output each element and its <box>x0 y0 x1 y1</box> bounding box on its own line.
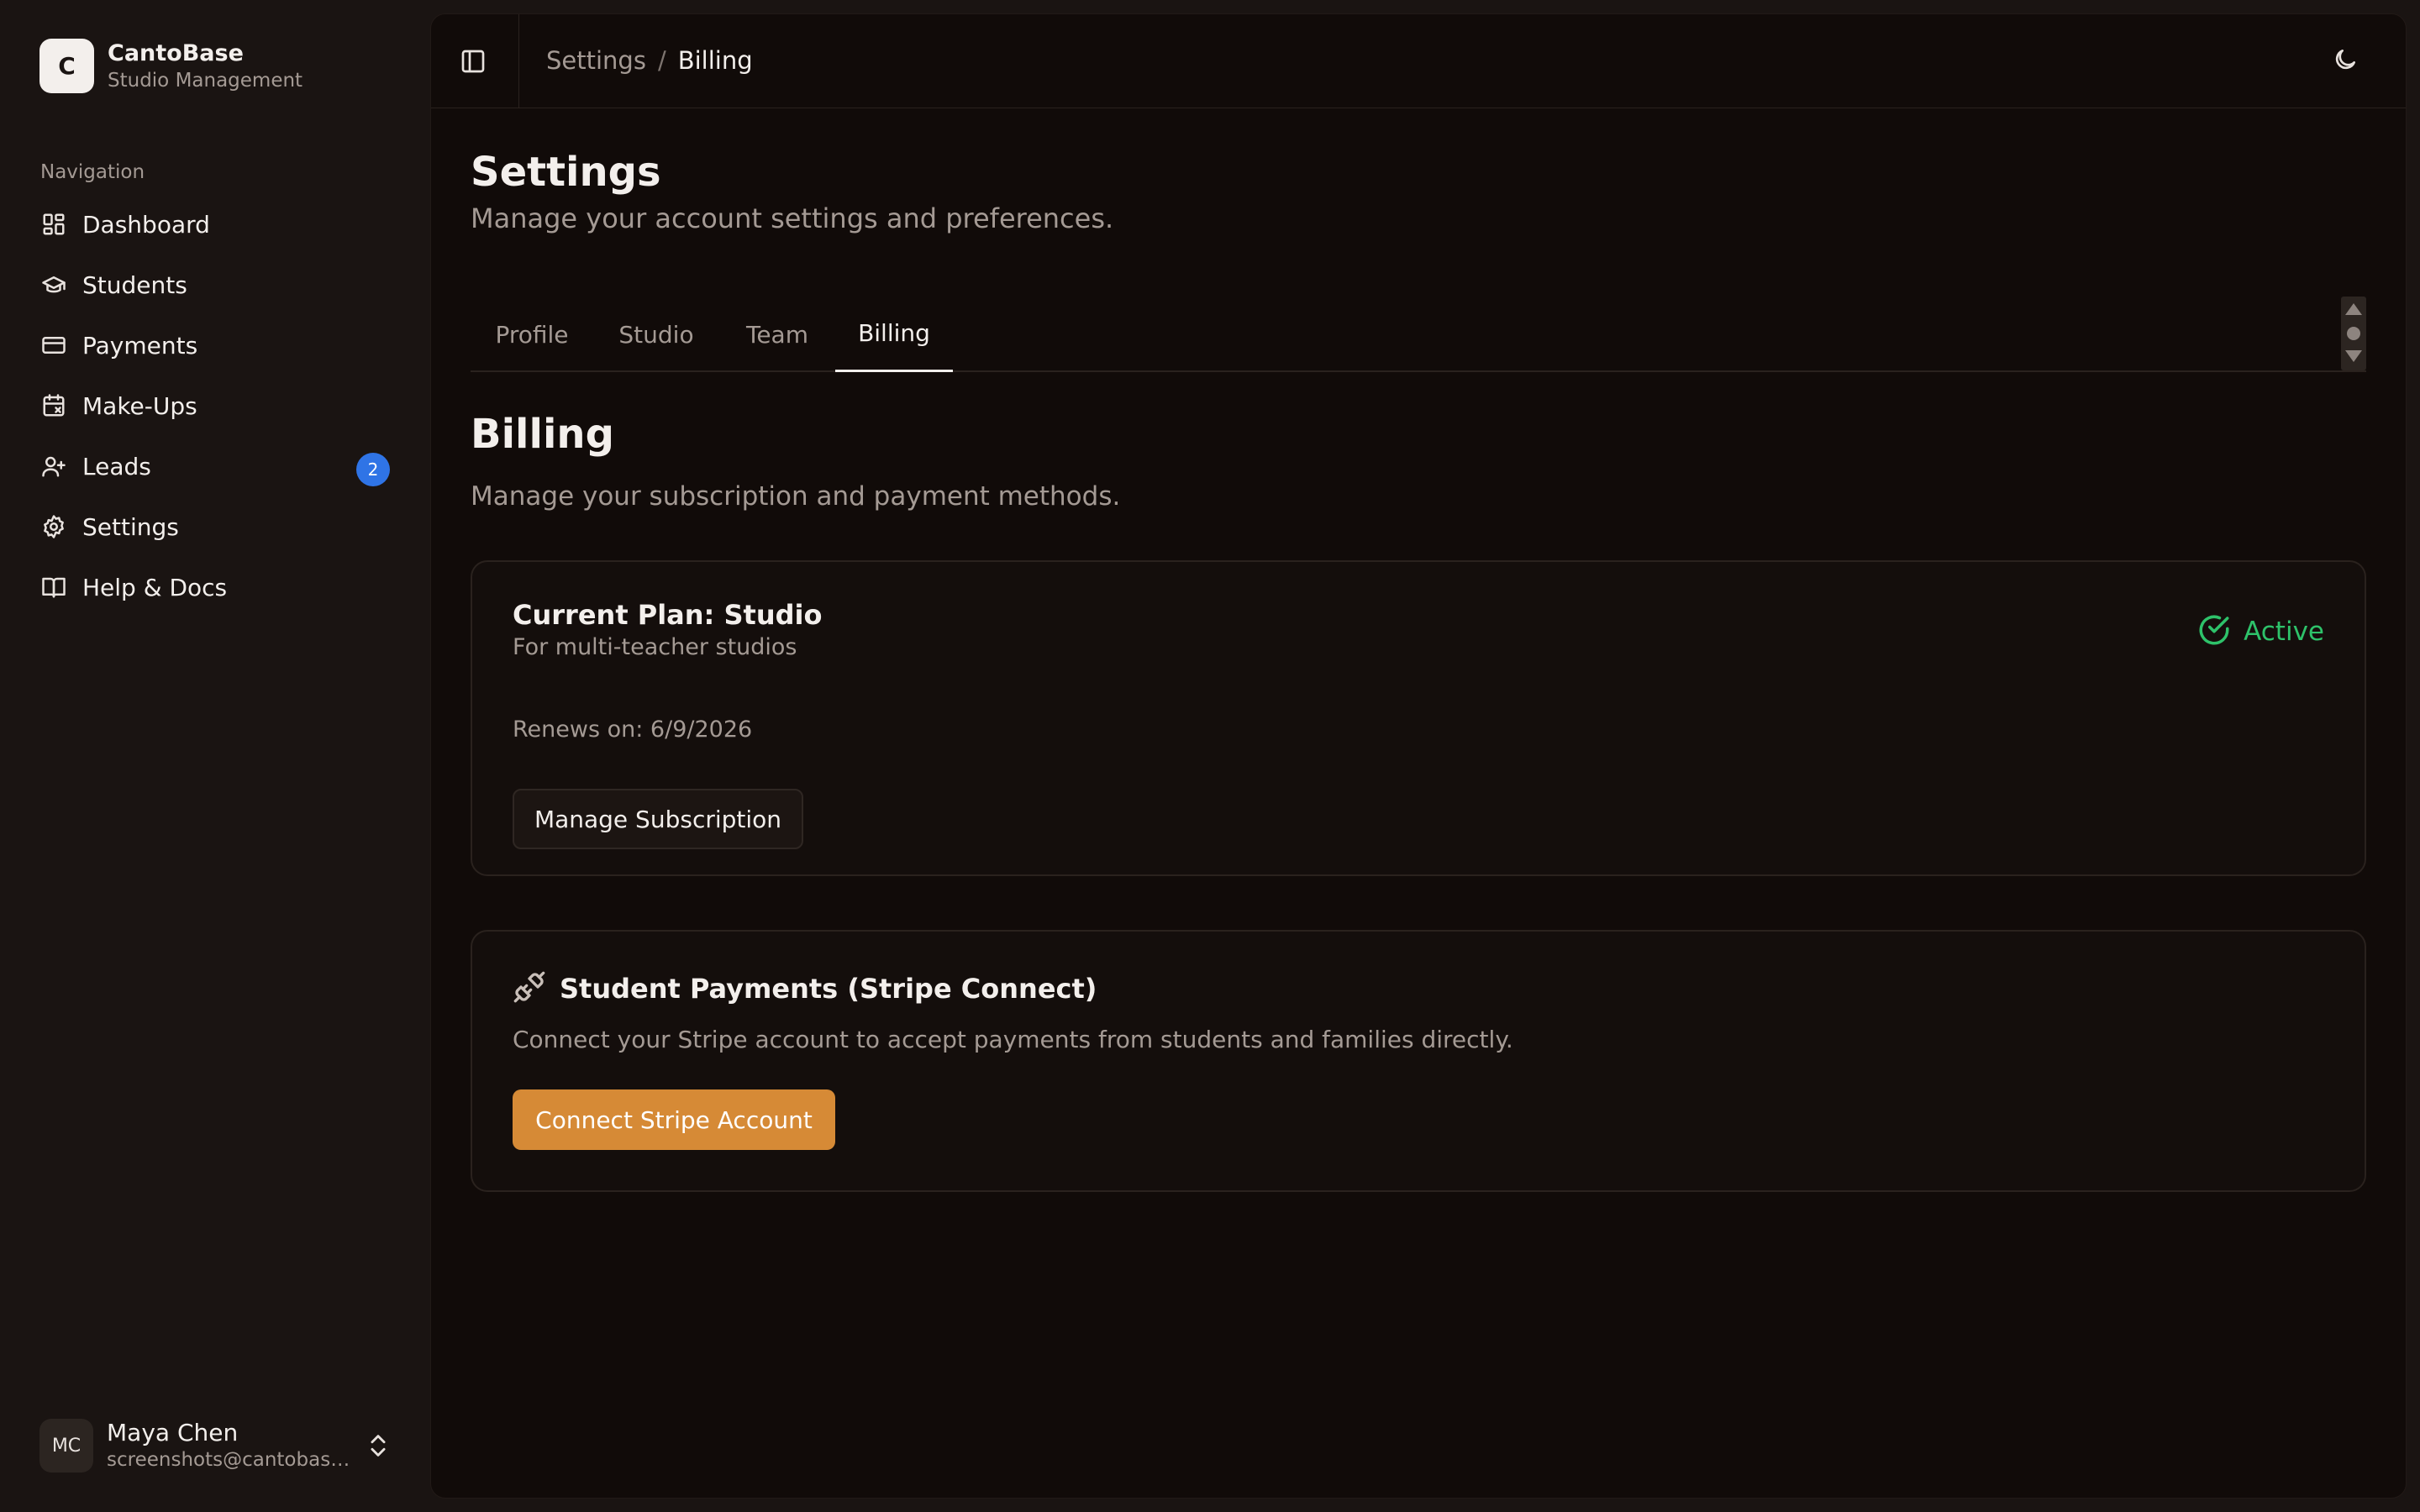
status-text: Active <box>2244 617 2324 647</box>
stripe-description: Connect your Stripe account to accept pa… <box>513 1026 1513 1053</box>
stripe-connect-card: Student Payments (Stripe Connect) Connec… <box>471 930 2366 1192</box>
scroll-up-icon[interactable] <box>2345 303 2362 315</box>
plan-title: Current Plan: Studio <box>513 599 823 631</box>
main-panel: Settings / Billing Settings Manage your … <box>430 13 2407 1499</box>
tabs-scrollbar[interactable] <box>2341 297 2366 370</box>
check-circle-icon <box>2196 612 2232 651</box>
sidebar-item-label: Students <box>82 270 187 299</box>
tab-studio[interactable]: Studio <box>593 297 719 372</box>
sidebar-item-label: Payments <box>82 331 198 360</box>
scroll-thumb[interactable] <box>2347 327 2360 340</box>
avatar: MC <box>39 1419 93 1473</box>
settings-tabs: Profile Studio Team Billing <box>471 297 2366 372</box>
sidebar: C CantoBase Studio Management Navigation… <box>0 0 430 1512</box>
dashboard-icon <box>40 211 67 238</box>
plug-icon <box>513 970 546 1007</box>
page-title: Settings <box>471 149 661 196</box>
manage-subscription-button[interactable]: Manage Subscription <box>513 789 803 849</box>
plan-description: For multi-teacher studios <box>513 634 797 660</box>
sidebar-item-label: Leads <box>82 452 151 480</box>
user-name: Maya Chen <box>107 1419 239 1446</box>
sidebar-item-label: Settings <box>82 512 179 541</box>
sidebar-item-settings[interactable]: Settings <box>25 501 405 553</box>
user-menu[interactable]: MC Maya Chen screenshots@cantobase.com <box>39 1418 392 1473</box>
renewal-date: Renews on: 6/9/2026 <box>513 717 753 743</box>
stripe-header: Student Payments (Stripe Connect) <box>513 970 1097 1007</box>
sidebar-toggle-icon[interactable] <box>458 46 488 76</box>
sidebar-item-students[interactable]: Students <box>25 259 405 311</box>
leads-count-badge: 2 <box>356 453 390 486</box>
sidebar-item-help-docs[interactable]: Help & Docs <box>25 561 405 613</box>
sidebar-nav: Dashboard Students Payments Make-Ups Lea… <box>25 198 405 622</box>
user-info: Maya Chen screenshots@cantobase.com <box>107 1419 350 1473</box>
stripe-title: Student Payments (Stripe Connect) <box>560 973 1097 1005</box>
billing-subtitle: Manage your subscription and payment met… <box>471 481 1121 512</box>
brand-logo: C <box>39 39 94 93</box>
current-plan-card: Current Plan: Studio For multi-teacher s… <box>471 560 2366 876</box>
topbar-divider <box>518 14 519 108</box>
gear-icon <box>40 513 67 540</box>
breadcrumb-separator: / <box>657 46 666 75</box>
billing-title: Billing <box>471 411 614 458</box>
connect-stripe-button[interactable]: Connect Stripe Account <box>513 1089 835 1150</box>
sidebar-item-label: Make-Ups <box>82 391 197 420</box>
user-email: screenshots@cantobase.com <box>107 1449 350 1471</box>
breadcrumb: Settings / Billing <box>546 46 753 75</box>
book-icon <box>40 574 67 601</box>
brand-name: CantoBase <box>108 39 244 66</box>
sidebar-item-label: Help & Docs <box>82 573 228 601</box>
tab-team[interactable]: Team <box>719 297 835 372</box>
chevron-up-down-icon[interactable] <box>364 1431 392 1460</box>
sidebar-item-make-ups[interactable]: Make-Ups <box>25 380 405 432</box>
user-plus-icon <box>40 453 67 480</box>
sidebar-item-leads[interactable]: Leads 2 <box>25 440 405 492</box>
tab-profile[interactable]: Profile <box>471 297 593 372</box>
brand-text: CantoBase Studio Management <box>108 39 302 93</box>
sidebar-item-dashboard[interactable]: Dashboard <box>25 198 405 250</box>
sidebar-item-payments[interactable]: Payments <box>25 319 405 371</box>
page-subtitle: Manage your account settings and prefere… <box>471 202 1114 234</box>
sidebar-item-label: Dashboard <box>82 210 210 239</box>
brand-subtitle: Studio Management <box>108 69 303 92</box>
nav-heading: Navigation <box>40 161 145 183</box>
tab-billing[interactable]: Billing <box>835 297 953 372</box>
moon-icon[interactable] <box>2332 46 2362 76</box>
topbar: Settings / Billing <box>431 14 2406 108</box>
scroll-down-icon[interactable] <box>2345 350 2362 362</box>
credit-card-icon <box>40 332 67 359</box>
breadcrumb-billing: Billing <box>677 46 753 75</box>
status-badge: Active <box>2196 612 2324 651</box>
calendar-x-icon <box>40 392 67 419</box>
breadcrumb-settings[interactable]: Settings <box>546 46 646 75</box>
graduation-cap-icon <box>40 271 67 298</box>
brand[interactable]: C CantoBase Studio Management <box>39 39 302 93</box>
